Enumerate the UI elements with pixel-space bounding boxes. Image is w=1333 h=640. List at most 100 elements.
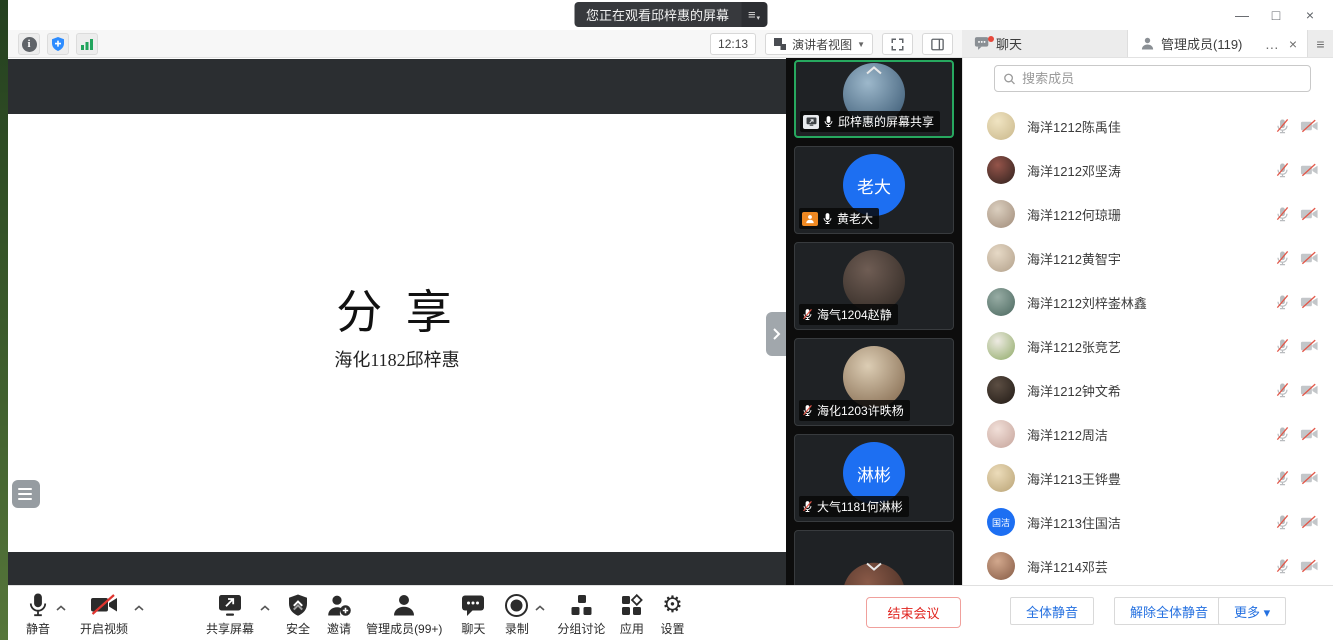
collapse-strip-chevron-icon[interactable]	[766, 312, 786, 356]
network-signal-icon[interactable]	[76, 33, 98, 55]
panel-close-icon[interactable]: ×	[1289, 36, 1297, 52]
member-row[interactable]: 海洋1212张竞艺	[963, 324, 1333, 368]
member-row[interactable]: 海洋1214邓芸	[963, 544, 1333, 585]
member-avatar	[987, 156, 1015, 184]
camera-muted-icon[interactable]	[1300, 251, 1319, 265]
settings-button[interactable]: ⚙ 设置	[660, 592, 684, 637]
unmute-all-button[interactable]: 解除全体静音	[1114, 597, 1224, 625]
mute-all-button[interactable]: 全体静音	[1010, 597, 1094, 625]
camera-muted-icon[interactable]	[1300, 295, 1319, 309]
expand-caret-icon[interactable]	[134, 598, 144, 616]
member-avatar	[987, 244, 1015, 272]
apps-button[interactable]: 应用	[619, 592, 644, 637]
view-mode-button[interactable]: 演讲者视图▼	[765, 33, 873, 55]
panel-menu-icon[interactable]: ≡	[1307, 30, 1333, 57]
mic-button[interactable]: 静音	[26, 592, 50, 637]
member-row[interactable]: 海洋1212周洁	[963, 412, 1333, 456]
camera-muted-icon[interactable]	[1300, 339, 1319, 353]
close-button[interactable]: ×	[1293, 0, 1327, 30]
video-tile[interactable]: 淋彬 大气1181何淋彬	[794, 434, 954, 522]
camera-muted-icon[interactable]	[1300, 471, 1319, 485]
video-tile[interactable]	[794, 530, 954, 585]
title-menu-icon[interactable]: ≡▾	[741, 2, 767, 27]
scroll-up-icon[interactable]	[863, 65, 885, 76]
expand-caret-icon[interactable]	[535, 598, 545, 616]
more-button[interactable]: 更多 ▾	[1218, 597, 1286, 625]
expand-caret-icon[interactable]	[56, 598, 66, 616]
camera-muted-icon[interactable]	[1300, 163, 1319, 177]
titlebar: 您正在观看邱梓惠的屏幕 ≡▾ — □ ×	[8, 0, 1333, 30]
speaker-view-icon	[773, 37, 787, 51]
camera-muted-icon[interactable]	[1300, 383, 1319, 397]
camera-muted-icon[interactable]	[1300, 119, 1319, 133]
tab-chat[interactable]: 聊天	[962, 30, 1128, 57]
share-screen-button[interactable]: 共享屏幕	[206, 592, 254, 637]
window-controls: — □ ×	[1225, 0, 1327, 30]
maximize-button[interactable]: □	[1259, 0, 1293, 30]
camera-muted-icon[interactable]	[1300, 559, 1319, 573]
mic-muted-icon[interactable]	[1275, 118, 1290, 134]
breakout-button[interactable]: 分组讨论	[557, 592, 605, 637]
member-row[interactable]: 海洋1212钟文希	[963, 368, 1333, 412]
camera-muted-icon[interactable]	[1300, 207, 1319, 221]
participants-icon	[391, 592, 417, 618]
fullscreen-button[interactable]	[882, 33, 913, 55]
chat-button[interactable]: 聊天	[460, 592, 486, 637]
member-row[interactable]: 海洋1212黄智宇	[963, 236, 1333, 280]
side-panel-toggle-icon[interactable]	[922, 33, 953, 55]
slide-subtitle: 海化1182邱梓惠	[8, 346, 786, 372]
toolbar-item-label: 录制	[505, 620, 529, 637]
member-row[interactable]: 国洁 海洋1213住国洁	[963, 500, 1333, 544]
tile-label: 海气1204赵静	[799, 304, 898, 325]
search-icon	[1003, 72, 1016, 86]
video-tile[interactable]: 海气1204赵静	[794, 242, 954, 330]
member-row[interactable]: 海洋1212陈禹佳	[963, 104, 1333, 148]
minimize-button[interactable]: —	[1225, 0, 1259, 30]
record-button[interactable]: 录制	[504, 592, 529, 637]
member-search-input[interactable]	[1022, 71, 1302, 86]
mic-muted-icon[interactable]	[1275, 470, 1290, 486]
member-row[interactable]: 海洋1212刘梓崟林鑫	[963, 280, 1333, 324]
meeting-info-icon[interactable]: i	[18, 33, 40, 55]
camera-muted-icon[interactable]	[1300, 427, 1319, 441]
invite-button[interactable]: 邀请	[326, 592, 352, 637]
mic-muted-icon[interactable]	[1275, 382, 1290, 398]
screen-share-icon	[803, 115, 819, 129]
mic-muted-icon[interactable]	[1275, 558, 1290, 574]
camera-off-button[interactable]: 开启视频	[80, 592, 128, 637]
mic-muted-icon[interactable]	[1275, 206, 1290, 222]
toolbar-item-label: 开启视频	[80, 620, 128, 637]
tile-mic-icon	[802, 404, 813, 417]
end-meeting-button[interactable]: 结束会议	[866, 597, 961, 628]
mic-muted-icon[interactable]	[1275, 338, 1290, 354]
scroll-down-icon[interactable]	[863, 561, 885, 572]
member-name: 海洋1212陈禹佳	[1027, 117, 1275, 136]
encryption-shield-icon[interactable]	[47, 33, 69, 55]
panel-tabs: 聊天 管理成员(119) … × ≡	[962, 30, 1333, 58]
meeting-window: 您正在观看邱梓惠的屏幕 ≡▾ — □ × i 12:13 演讲者视图▼	[8, 0, 1333, 640]
participant-name: 大气1181何淋彬	[817, 498, 903, 515]
member-row[interactable]: 海洋1212邓坚涛	[963, 148, 1333, 192]
member-search-box[interactable]	[994, 65, 1311, 92]
toolbar-item-label: 分组讨论	[557, 620, 605, 637]
video-tile[interactable]: 老大 黄老大	[794, 146, 954, 234]
slide-letterbox-top	[8, 59, 786, 114]
tile-label: 黄老大	[799, 208, 879, 229]
camera-muted-icon[interactable]	[1300, 515, 1319, 529]
panel-more-icon[interactable]: …	[1265, 36, 1279, 52]
mic-muted-icon[interactable]	[1275, 426, 1290, 442]
member-row[interactable]: 海洋1212何琼珊	[963, 192, 1333, 236]
participants-button[interactable]: 管理成员(99+)	[366, 592, 442, 637]
security-button[interactable]: 安全	[286, 592, 310, 637]
expand-caret-icon[interactable]	[260, 598, 270, 616]
video-tile[interactable]: 海化1203许昳杨	[794, 338, 954, 426]
mic-muted-icon[interactable]	[1275, 162, 1290, 178]
video-tile[interactable]: 邱梓惠的屏幕共享	[794, 60, 954, 138]
tab-members[interactable]: 管理成员(119)	[1128, 30, 1265, 57]
mic-muted-icon[interactable]	[1275, 294, 1290, 310]
mic-muted-icon[interactable]	[1275, 250, 1290, 266]
member-avatar	[987, 112, 1015, 140]
slide-outline-icon[interactable]	[12, 480, 40, 508]
member-row[interactable]: 海洋1213王铧豊	[963, 456, 1333, 500]
mic-muted-icon[interactable]	[1275, 514, 1290, 530]
